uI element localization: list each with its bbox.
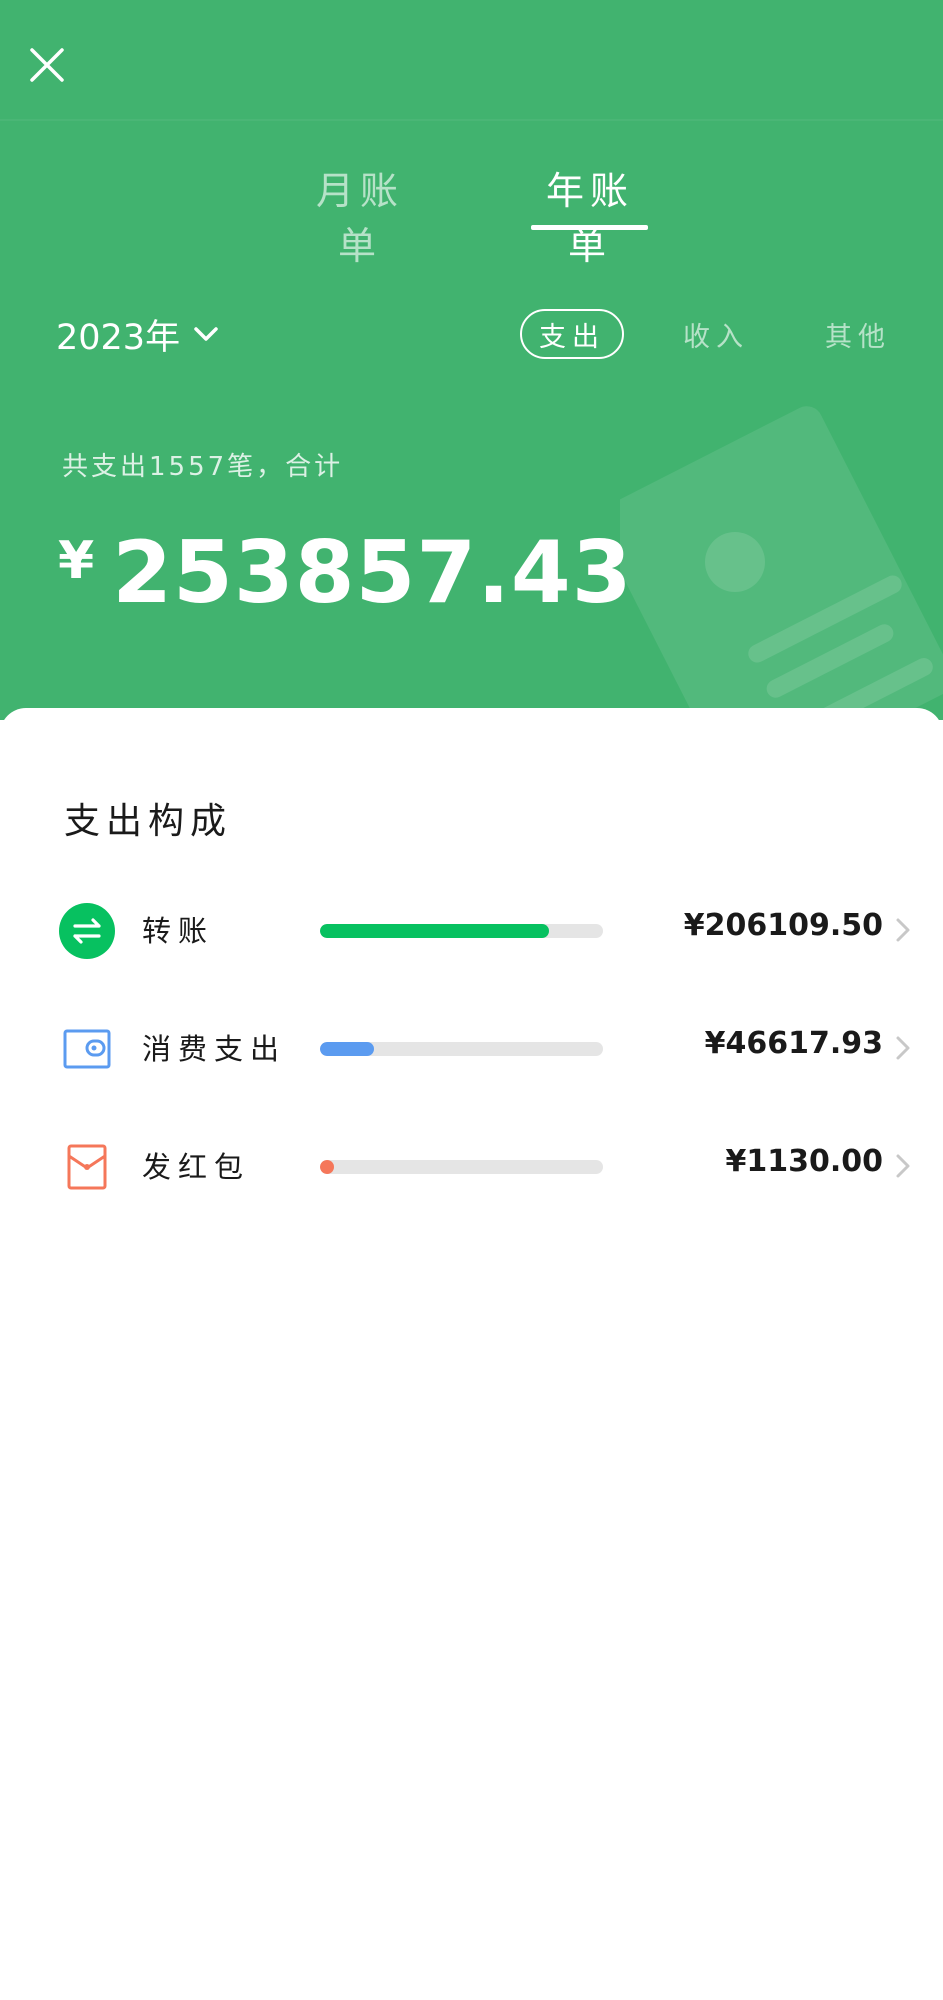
annual-bill-screen: 月账单 年账单 2023年 支出 收入 其他 共支出1557笔，合计 ¥ 253…	[0, 0, 943, 2000]
close-icon	[30, 48, 64, 82]
filter-expense[interactable]: 支出	[520, 309, 624, 359]
category-row-consumption[interactable]: 消费支出 ¥46617.93	[0, 1006, 943, 1090]
category-progress-fill	[320, 1160, 334, 1174]
tab-monthly-bill[interactable]: 月账单	[300, 160, 420, 270]
red-packet-icon	[67, 1144, 107, 1190]
topbar-divider	[0, 119, 943, 121]
chevron-right-icon	[896, 918, 910, 942]
category-amount: ¥1130.00	[725, 1144, 883, 1179]
category-amount: ¥206109.50	[683, 908, 883, 943]
year-label: 2023年	[56, 317, 181, 358]
filter-other[interactable]: 其他	[808, 309, 908, 359]
transfer-icon	[59, 903, 115, 959]
tab-yearly-bill[interactable]: 年账单	[528, 160, 652, 270]
category-progress-track	[320, 1042, 603, 1056]
category-row-transfer[interactable]: 转账 ¥206109.50	[0, 888, 943, 972]
category-label: 发红包	[142, 1150, 251, 1184]
expense-summary-text: 共支出1557笔，合计	[62, 452, 344, 482]
category-label: 转账	[142, 914, 215, 948]
category-amount: ¥46617.93	[704, 1026, 883, 1061]
category-row-red-packet[interactable]: 发红包 ¥1130.00	[0, 1124, 943, 1208]
chevron-right-icon	[896, 1036, 910, 1060]
wallet-icon	[63, 1029, 111, 1069]
filter-income[interactable]: 收入	[666, 309, 766, 359]
section-title: 支出构成	[64, 801, 233, 842]
category-label: 消费支出	[142, 1032, 287, 1066]
chevron-down-icon	[194, 327, 218, 341]
category-progress-fill	[320, 1042, 374, 1056]
total-amount-value: 253857.43	[112, 523, 633, 623]
active-tab-indicator	[531, 225, 648, 230]
close-button[interactable]	[22, 40, 72, 90]
year-selector[interactable]: 2023年	[56, 308, 220, 360]
total-amount: ¥ 253857.43	[58, 525, 633, 621]
category-progress-track	[320, 924, 603, 938]
bill-header: 月账单 年账单 2023年 支出 收入 其他 共支出1557笔，合计 ¥ 253…	[0, 0, 943, 720]
expense-composition-card: 支出构成 转账 ¥206109.50 消费支出 ¥46617.93 发红包 ¥1…	[0, 708, 943, 2000]
bill-illustration-icon	[620, 406, 943, 720]
currency-symbol: ¥	[58, 531, 95, 591]
chevron-right-icon	[896, 1154, 910, 1178]
category-progress-fill	[320, 924, 549, 938]
category-progress-track	[320, 1160, 603, 1174]
